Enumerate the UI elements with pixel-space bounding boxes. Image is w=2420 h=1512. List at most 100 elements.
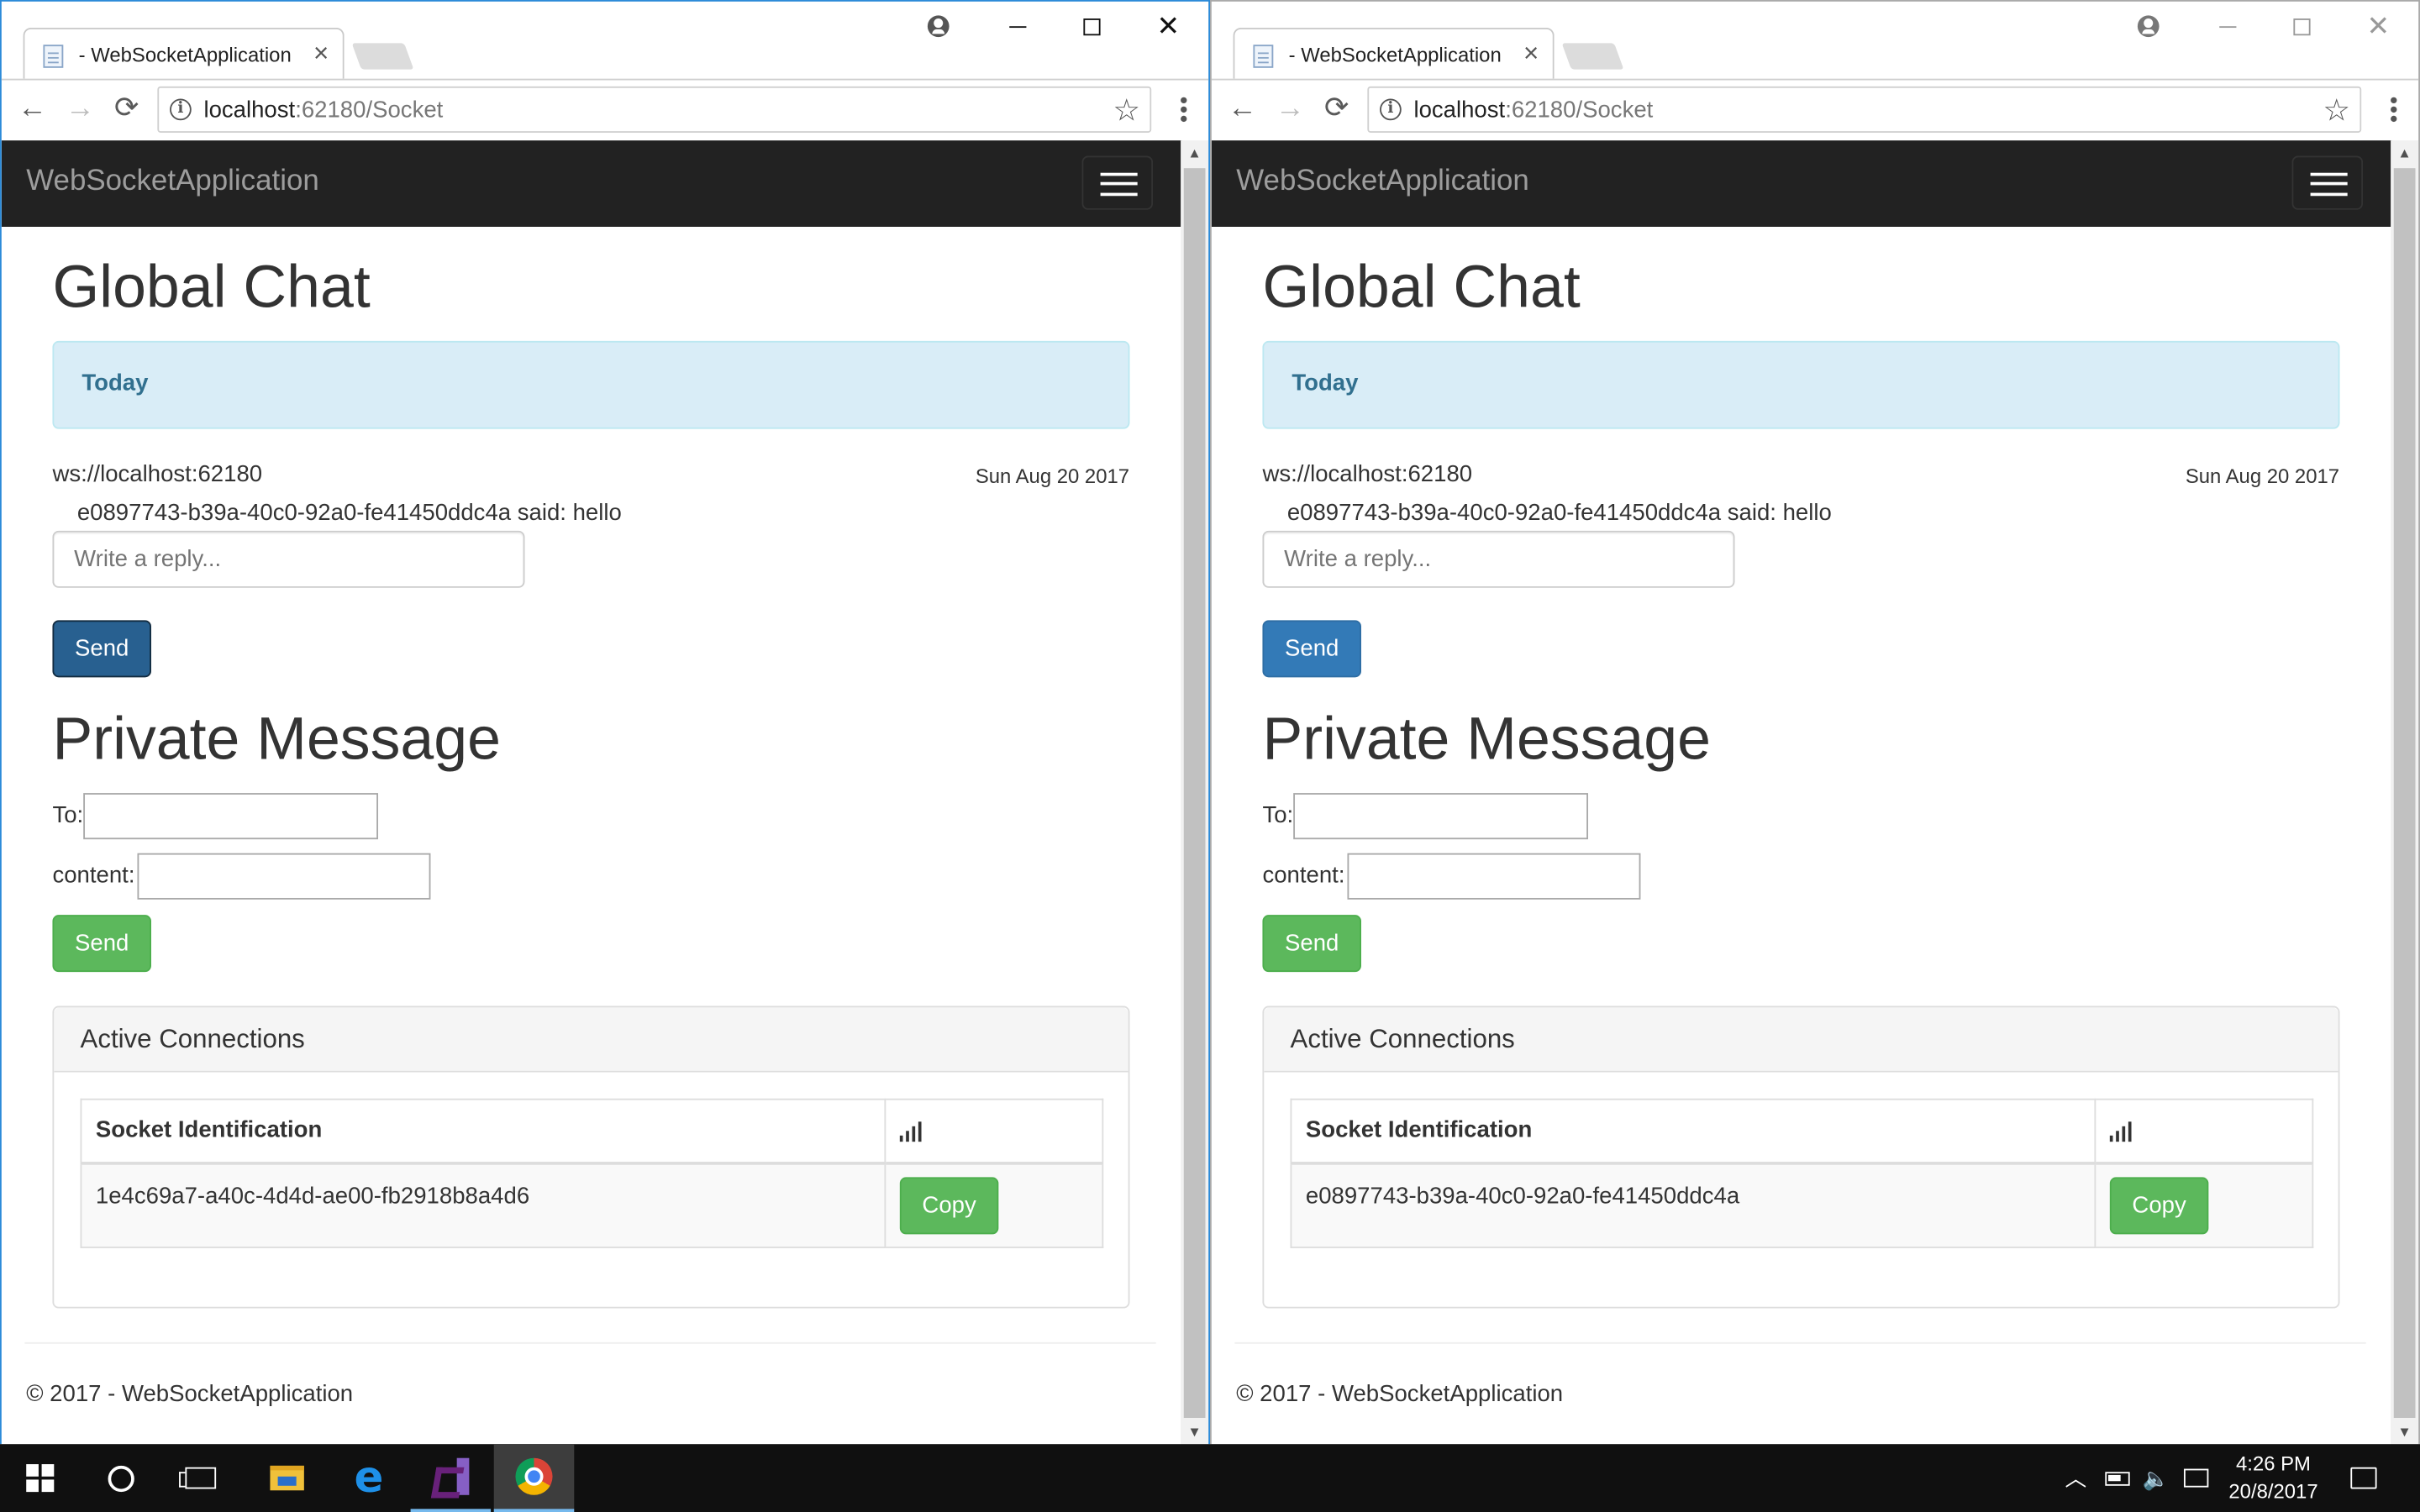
address-bar[interactable]: i localhost:62180/Socket ☆ [157, 86, 1152, 133]
url-text: localhost:62180/Socket [1413, 97, 1653, 123]
reload-button[interactable]: ⟳ [1317, 90, 1357, 130]
new-tab-button[interactable] [1561, 43, 1624, 70]
address-bar[interactable]: i localhost:62180/Socket ☆ [1367, 86, 2362, 133]
browser-window-right: - WebSocketApplication × ✕ ← → ⟳ i local… [1210, 0, 2420, 1445]
copy-cell: Copy [2094, 1162, 2314, 1248]
navbar-toggle-button[interactable] [1081, 155, 1154, 210]
send-button[interactable]: Send [52, 620, 152, 678]
scroll-thumb[interactable] [2393, 168, 2416, 1418]
minimize-button[interactable] [2190, 2, 2264, 51]
footer-text: © 2017 - WebSocketApplication [1236, 1380, 1564, 1408]
panel-heading: Active Connections [54, 1007, 1128, 1073]
system-clock[interactable]: 4:26 PM 20/8/2017 [2210, 1451, 2337, 1506]
copy-button[interactable]: Copy [899, 1176, 999, 1234]
content-input[interactable] [137, 853, 431, 900]
browser-window-left: - WebSocketApplication × ✕ ← → ⟳ i local… [0, 0, 1211, 1445]
to-input[interactable] [83, 793, 379, 840]
close-window-button[interactable]: ✕ [2341, 2, 2415, 51]
scroll-up-icon[interactable]: ▲ [2391, 140, 2418, 166]
navbar-toggle-button[interactable] [2291, 155, 2364, 210]
panel-heading: Active Connections [1264, 1007, 2338, 1073]
browser-tab[interactable]: - WebSocketApplication × [1233, 28, 1555, 79]
reply-input[interactable] [1262, 530, 1735, 588]
copy-button[interactable]: Copy [2109, 1176, 2209, 1234]
private-send-button[interactable]: Send [1262, 915, 1362, 973]
browser-tab[interactable]: - WebSocketApplication × [23, 28, 345, 79]
site-info-icon[interactable]: i [170, 98, 192, 121]
new-tab-button[interactable] [351, 43, 414, 70]
chat-message: e0897743-b39a-40c0-92a0-fe41450ddc4a sai… [76, 500, 622, 527]
network-button[interactable] [2178, 1444, 2215, 1512]
forward-button[interactable]: → [1270, 90, 1311, 130]
server-address: ws://localhost:62180 [52, 461, 263, 488]
show-hidden-icons-button[interactable]: ︿ [2059, 1444, 2092, 1512]
browser-menu-icon[interactable] [1181, 106, 1187, 113]
site-info-icon[interactable]: i [1380, 98, 1402, 121]
maximize-icon [1082, 18, 1100, 35]
send-button[interactable]: Send [1262, 620, 1362, 678]
clock-date: 20/8/2017 [2228, 1479, 2318, 1503]
edge-button[interactable]: e [329, 1444, 409, 1512]
chevron-up-icon: ︿ [2065, 1465, 2087, 1491]
forward-button[interactable]: → [60, 90, 101, 130]
chrome-button[interactable] [493, 1444, 575, 1512]
bookmark-star-icon[interactable]: ☆ [2323, 91, 2350, 129]
profile-button[interactable] [2119, 2, 2193, 51]
panel-title: Active Connections [80, 1024, 305, 1054]
url-path: :62180/Socket [295, 97, 444, 123]
content-label: content: [52, 862, 135, 889]
close-window-button[interactable]: ✕ [1131, 2, 1205, 51]
task-view-button[interactable] [160, 1444, 241, 1512]
visual-studio-button[interactable] [410, 1444, 492, 1512]
cortana-button[interactable] [81, 1444, 161, 1512]
tab-close-icon[interactable]: × [313, 39, 329, 70]
browser-toolbar: ← → ⟳ i localhost:62180/Socket ☆ [1211, 78, 2419, 141]
tab-close-icon[interactable]: × [1523, 39, 1539, 70]
clock-time: 4:26 PM [2236, 1452, 2311, 1475]
file-explorer-button[interactable] [247, 1444, 328, 1512]
back-button[interactable]: ← [13, 90, 53, 130]
table-header-row: Socket Identification [1290, 1098, 2314, 1164]
volume-icon: 🔈 [2142, 1464, 2170, 1490]
navbar-brand[interactable]: WebSocketApplication [26, 165, 319, 199]
browser-menu-icon[interactable] [2391, 106, 2397, 113]
title-bar[interactable]: - WebSocketApplication × ✕ [1, 1, 1209, 79]
active-connections-panel: Active Connections Socket Identification… [1262, 1005, 2340, 1309]
reload-button[interactable]: ⟳ [107, 90, 147, 130]
scroll-up-icon[interactable]: ▲ [1181, 140, 1208, 166]
scroll-down-icon[interactable]: ▼ [2391, 1420, 2418, 1444]
bookmark-star-icon[interactable]: ☆ [1113, 91, 1140, 129]
windows-taskbar: e ︿ 🔈 4:26 PM 20/8/2017 [0, 1444, 2420, 1512]
vertical-scrollbar[interactable]: ▲ ▼ [2391, 140, 2419, 1445]
minimize-button[interactable] [980, 2, 1054, 51]
content-input[interactable] [1347, 853, 1641, 900]
back-button[interactable]: ← [1223, 90, 1263, 130]
table-row: e0897743-b39a-40c0-92a0-fe41450ddc4a Cop… [1290, 1162, 2314, 1248]
global-chat-title: Global Chat [52, 255, 371, 322]
volume-button[interactable]: 🔈 [2139, 1444, 2173, 1512]
panel-title: Active Connections [1290, 1024, 1515, 1054]
profile-button[interactable] [909, 2, 983, 51]
private-send-button[interactable]: Send [52, 915, 152, 973]
scroll-thumb[interactable] [1183, 168, 1206, 1418]
vertical-scrollbar[interactable]: ▲ ▼ [1181, 140, 1209, 1445]
maximize-button[interactable] [2264, 2, 2338, 51]
start-button[interactable] [0, 1444, 81, 1512]
today-alert: Today [1262, 340, 2340, 429]
today-label: Today [82, 370, 149, 397]
maximize-button[interactable] [1054, 2, 1128, 51]
battery-button[interactable] [2099, 1444, 2136, 1512]
table-header-row: Socket Identification [80, 1098, 1104, 1164]
title-bar[interactable]: - WebSocketApplication × ✕ [1211, 1, 2419, 79]
action-center-button[interactable] [2339, 1444, 2386, 1512]
to-input[interactable] [1293, 793, 1589, 840]
chat-date: Sun Aug 20 2017 [975, 464, 1130, 488]
footer-text: © 2017 - WebSocketApplication [26, 1380, 354, 1408]
close-icon: ✕ [1156, 9, 1181, 41]
reply-input[interactable] [52, 530, 525, 588]
navbar-brand[interactable]: WebSocketApplication [1236, 165, 1529, 199]
today-alert: Today [52, 340, 1130, 429]
scroll-down-icon[interactable]: ▼ [1181, 1420, 1208, 1444]
url-host: localhost [203, 97, 296, 123]
battery-icon [2105, 1471, 2130, 1485]
